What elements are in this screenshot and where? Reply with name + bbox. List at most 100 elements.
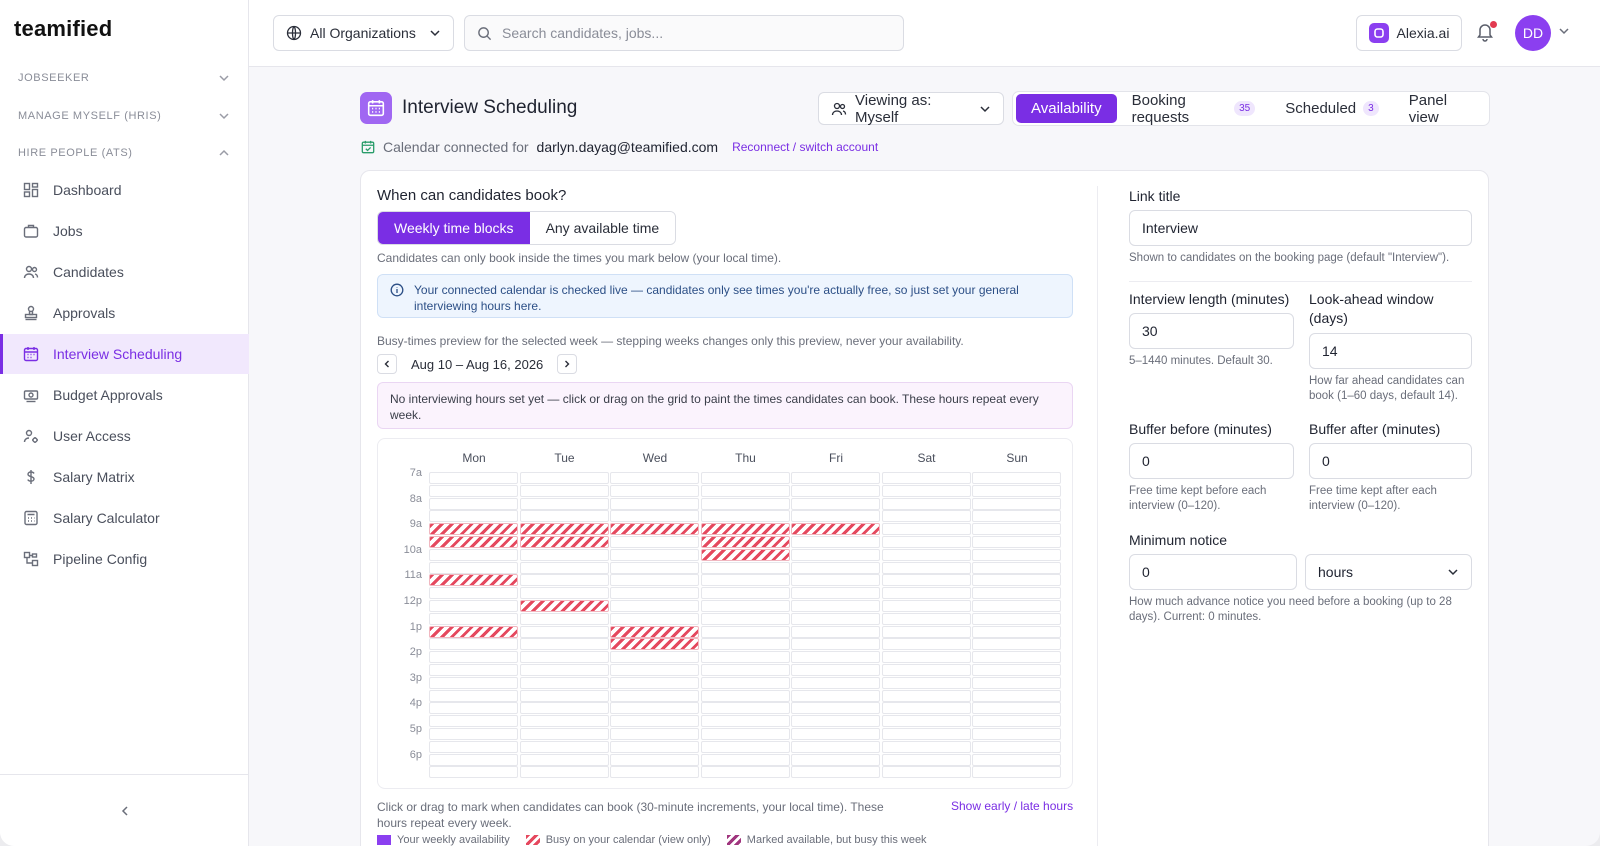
buffer-after-input[interactable]: 0 (1309, 443, 1472, 479)
time-slot[interactable] (791, 536, 880, 548)
avatar[interactable]: DD (1515, 15, 1551, 51)
time-slot[interactable] (972, 625, 1061, 638)
time-slot[interactable] (881, 612, 971, 625)
time-slot[interactable] (610, 715, 699, 728)
busy-slot[interactable] (519, 523, 609, 536)
time-slot[interactable] (610, 740, 699, 753)
time-slot[interactable] (429, 651, 518, 664)
time-slot[interactable] (881, 536, 971, 548)
time-slot[interactable] (700, 625, 790, 638)
time-slot[interactable] (610, 574, 699, 587)
time-slot[interactable] (429, 548, 518, 561)
time-slot[interactable] (791, 676, 880, 689)
time-slot[interactable] (700, 664, 790, 676)
time-slot[interactable] (881, 715, 971, 728)
time-slot[interactable] (700, 740, 790, 753)
time-slot[interactable] (791, 587, 880, 600)
time-slot[interactable] (791, 625, 880, 638)
time-slot[interactable] (519, 676, 609, 689)
time-slot[interactable] (881, 600, 971, 612)
time-slot[interactable] (972, 740, 1061, 753)
time-slot[interactable] (700, 638, 790, 651)
time-slot[interactable] (881, 766, 971, 779)
time-slot[interactable] (700, 728, 790, 740)
time-slot[interactable] (610, 561, 699, 574)
time-slot[interactable] (881, 625, 971, 638)
section-manage-myself[interactable]: MANAGE MYSELF (HRIS) (18, 106, 230, 126)
time-slot[interactable] (700, 587, 790, 600)
time-slot[interactable] (881, 689, 971, 702)
time-slot[interactable] (429, 664, 518, 676)
buffer-before-input[interactable]: 0 (1129, 443, 1294, 479)
time-slot[interactable] (700, 510, 790, 523)
next-week-button[interactable] (557, 354, 578, 374)
search-input[interactable]: Search candidates, jobs... (464, 15, 904, 51)
time-slot[interactable] (881, 728, 971, 740)
busy-slot[interactable] (429, 523, 518, 536)
time-slot[interactable] (519, 651, 609, 664)
time-slot[interactable] (791, 561, 880, 574)
time-slot[interactable] (610, 664, 699, 676)
time-slot[interactable] (972, 600, 1061, 612)
time-slot[interactable] (610, 766, 699, 779)
sidebar-item-interview-scheduling[interactable]: Interview Scheduling (0, 334, 249, 374)
time-slot[interactable] (610, 484, 699, 497)
time-slot[interactable] (972, 728, 1061, 740)
time-slot[interactable] (429, 561, 518, 574)
time-slot[interactable] (791, 497, 880, 510)
time-slot[interactable] (791, 600, 880, 612)
sidebar-item-dashboard[interactable]: Dashboard (0, 170, 249, 210)
time-slot[interactable] (791, 651, 880, 664)
time-slot[interactable] (881, 638, 971, 651)
time-slot[interactable] (881, 497, 971, 510)
sidebar-item-salary-calculator[interactable]: Salary Calculator (0, 498, 249, 538)
time-slot[interactable] (519, 574, 609, 587)
sidebar-item-pipeline-config[interactable]: Pipeline Config (0, 539, 249, 579)
time-slot[interactable] (972, 472, 1061, 484)
time-slot[interactable] (881, 676, 971, 689)
time-slot[interactable] (429, 702, 518, 715)
time-slot[interactable] (972, 574, 1061, 587)
time-slot[interactable] (791, 574, 880, 587)
time-slot[interactable] (881, 574, 971, 587)
time-slot[interactable] (700, 612, 790, 625)
any-available-time-option[interactable]: Any available time (529, 212, 676, 244)
link-title-input[interactable]: Interview (1129, 210, 1472, 246)
time-slot[interactable] (881, 753, 971, 766)
section-jobseeker[interactable]: JOBSEEKER (18, 68, 230, 88)
busy-slot[interactable] (700, 548, 790, 561)
show-early-late-link[interactable]: Show early / late hours (951, 799, 1073, 813)
time-slot[interactable] (881, 548, 971, 561)
time-slot[interactable] (700, 689, 790, 702)
time-slot[interactable] (610, 510, 699, 523)
time-slot[interactable] (700, 600, 790, 612)
time-slot[interactable] (519, 484, 609, 497)
time-slot[interactable] (429, 472, 518, 484)
busy-slot[interactable] (429, 625, 518, 638)
time-slot[interactable] (881, 664, 971, 676)
time-slot[interactable] (429, 766, 518, 779)
time-slot[interactable] (881, 523, 971, 536)
collapse-sidebar-button[interactable] (0, 774, 249, 846)
time-slot[interactable] (972, 715, 1061, 728)
busy-slot[interactable] (700, 523, 790, 536)
busy-slot[interactable] (610, 638, 699, 651)
time-slot[interactable] (791, 638, 880, 651)
time-slot[interactable] (429, 753, 518, 766)
time-slot[interactable] (610, 548, 699, 561)
time-slot[interactable] (610, 689, 699, 702)
time-slot[interactable] (519, 561, 609, 574)
time-slot[interactable] (429, 638, 518, 651)
time-slot[interactable] (881, 561, 971, 574)
time-slot[interactable] (429, 484, 518, 497)
time-slot[interactable] (972, 664, 1061, 676)
weekly-time-blocks-option[interactable]: Weekly time blocks (378, 212, 530, 244)
time-slot[interactable] (700, 484, 790, 497)
previous-week-button[interactable] (377, 354, 397, 374)
time-slot[interactable] (610, 676, 699, 689)
time-slot[interactable] (610, 587, 699, 600)
time-slot[interactable] (429, 676, 518, 689)
time-slot[interactable] (429, 612, 518, 625)
time-slot[interactable] (429, 600, 518, 612)
time-slot[interactable] (791, 689, 880, 702)
